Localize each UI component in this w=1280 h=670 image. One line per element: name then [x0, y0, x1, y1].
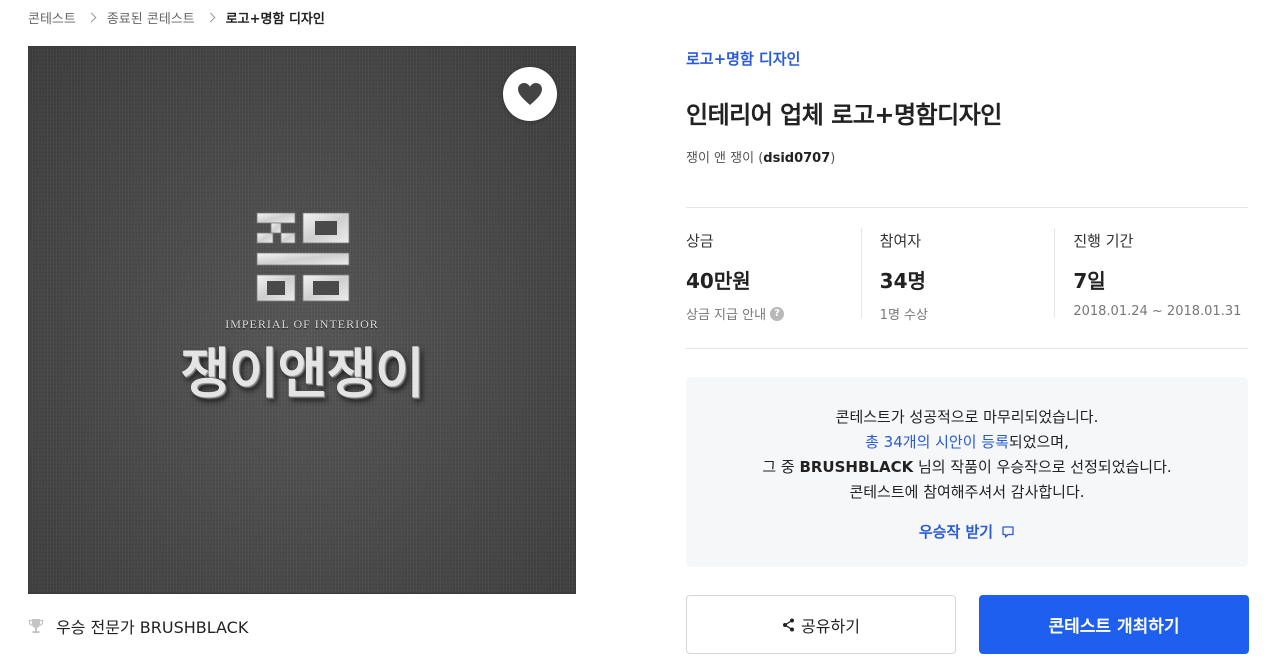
- breadcrumb: 콘테스트 종료된 콘테스트 로고+명함 디자인: [28, 8, 325, 27]
- notice-text: 되었으며,: [1008, 433, 1069, 451]
- stat-label: 진행 기간: [1073, 232, 1134, 250]
- host-name: 쟁이 앤 쟁이 (: [686, 151, 764, 166]
- host-contest-button[interactable]: 콘테스트 개최하기: [979, 595, 1249, 654]
- stat-label: 참여자: [879, 232, 922, 250]
- winner-name: BRUSHBLACK: [799, 458, 914, 476]
- stat-sub-label: 1명 수상: [879, 308, 928, 323]
- contest-category[interactable]: 로고+명함 디자인: [686, 48, 800, 69]
- stat-sub-label: 상금 지급 안내: [686, 308, 767, 323]
- contest-result-notice: 콘테스트가 성공적으로 마무리되었습니다. 총 34개의 시안이 등록되었으며,…: [686, 377, 1248, 567]
- contest-host: 쟁이 앤 쟁이 (dsid0707): [686, 147, 835, 166]
- share-button[interactable]: 공유하기: [686, 595, 956, 654]
- host-close: ): [830, 151, 836, 166]
- help-icon[interactable]: ?: [770, 306, 785, 321]
- get-winning-design-button[interactable]: 우승작 받기: [919, 521, 1015, 542]
- contest-stats: 상금 40만원 상금 지급 안내 ? 참여자 34명 1명 수상 진행 기간 7…: [686, 207, 1248, 349]
- breadcrumb-current: 로고+명함 디자인: [225, 11, 325, 27]
- contest-title: 인테리어 업체 로고+명함디자인: [686, 101, 1002, 129]
- logo-wordmark: 쟁이앤쟁이: [180, 342, 424, 405]
- winning-design-image[interactable]: IMPERIAL OF INTERIOR 쟁이앤쟁이: [28, 46, 576, 594]
- stat-value: 7일: [1073, 269, 1106, 293]
- notice-line: 총 34개의 시안이 등록되었으며,: [686, 430, 1248, 455]
- notice-text: 님의 작품이 우승작으로 선정되었습니다.: [913, 458, 1172, 476]
- trophy-icon: [28, 619, 44, 633]
- winner-label: 우승 전문가 BRUSHBLACK: [56, 618, 249, 637]
- stat-participants: 참여자 34명 1명 수상: [860, 208, 1055, 348]
- breadcrumb-ended-contests[interactable]: 종료된 콘테스트: [107, 8, 195, 27]
- chevron-right-icon: [86, 12, 97, 22]
- stat-value: 34명: [879, 269, 926, 293]
- stat-value: 40만원: [686, 269, 751, 293]
- chat-bubble-icon: [1002, 525, 1014, 538]
- share-icon: [783, 618, 795, 631]
- winner-info: 우승 전문가 BRUSHBLACK: [28, 614, 248, 638]
- get-winning-design-label: 우승작 받기: [918, 523, 994, 541]
- host-id: dsid0707: [763, 151, 831, 166]
- submissions-link[interactable]: 총 34개의 시안이 등록: [865, 433, 1009, 451]
- like-button[interactable]: [503, 67, 557, 121]
- share-label: 공유하기: [801, 616, 860, 636]
- prize-payment-info[interactable]: 상금 지급 안내 ?: [686, 304, 861, 323]
- notice-line: 콘테스트가 성공적으로 마무리되었습니다.: [835, 408, 1099, 426]
- stat-prize: 상금 40만원 상금 지급 안내 ?: [686, 208, 861, 348]
- notice-line: 그 중 BRUSHBLACK 님의 작품이 우승작으로 선정되었습니다.: [686, 455, 1248, 480]
- breadcrumb-contest[interactable]: 콘테스트: [28, 8, 76, 27]
- stat-period: 진행 기간 7일 2018.01.24 ~ 2018.01.31: [1054, 208, 1248, 348]
- notice-text: 그 중: [762, 458, 800, 476]
- notice-line: 콘테스트에 참여해주셔서 감사합니다.: [849, 483, 1085, 501]
- chevron-right-icon: [205, 12, 216, 22]
- heart-icon: [518, 83, 542, 105]
- stat-label: 상금: [686, 232, 714, 250]
- stat-sub-label: 2018.01.24 ~ 2018.01.31: [1073, 304, 1242, 319]
